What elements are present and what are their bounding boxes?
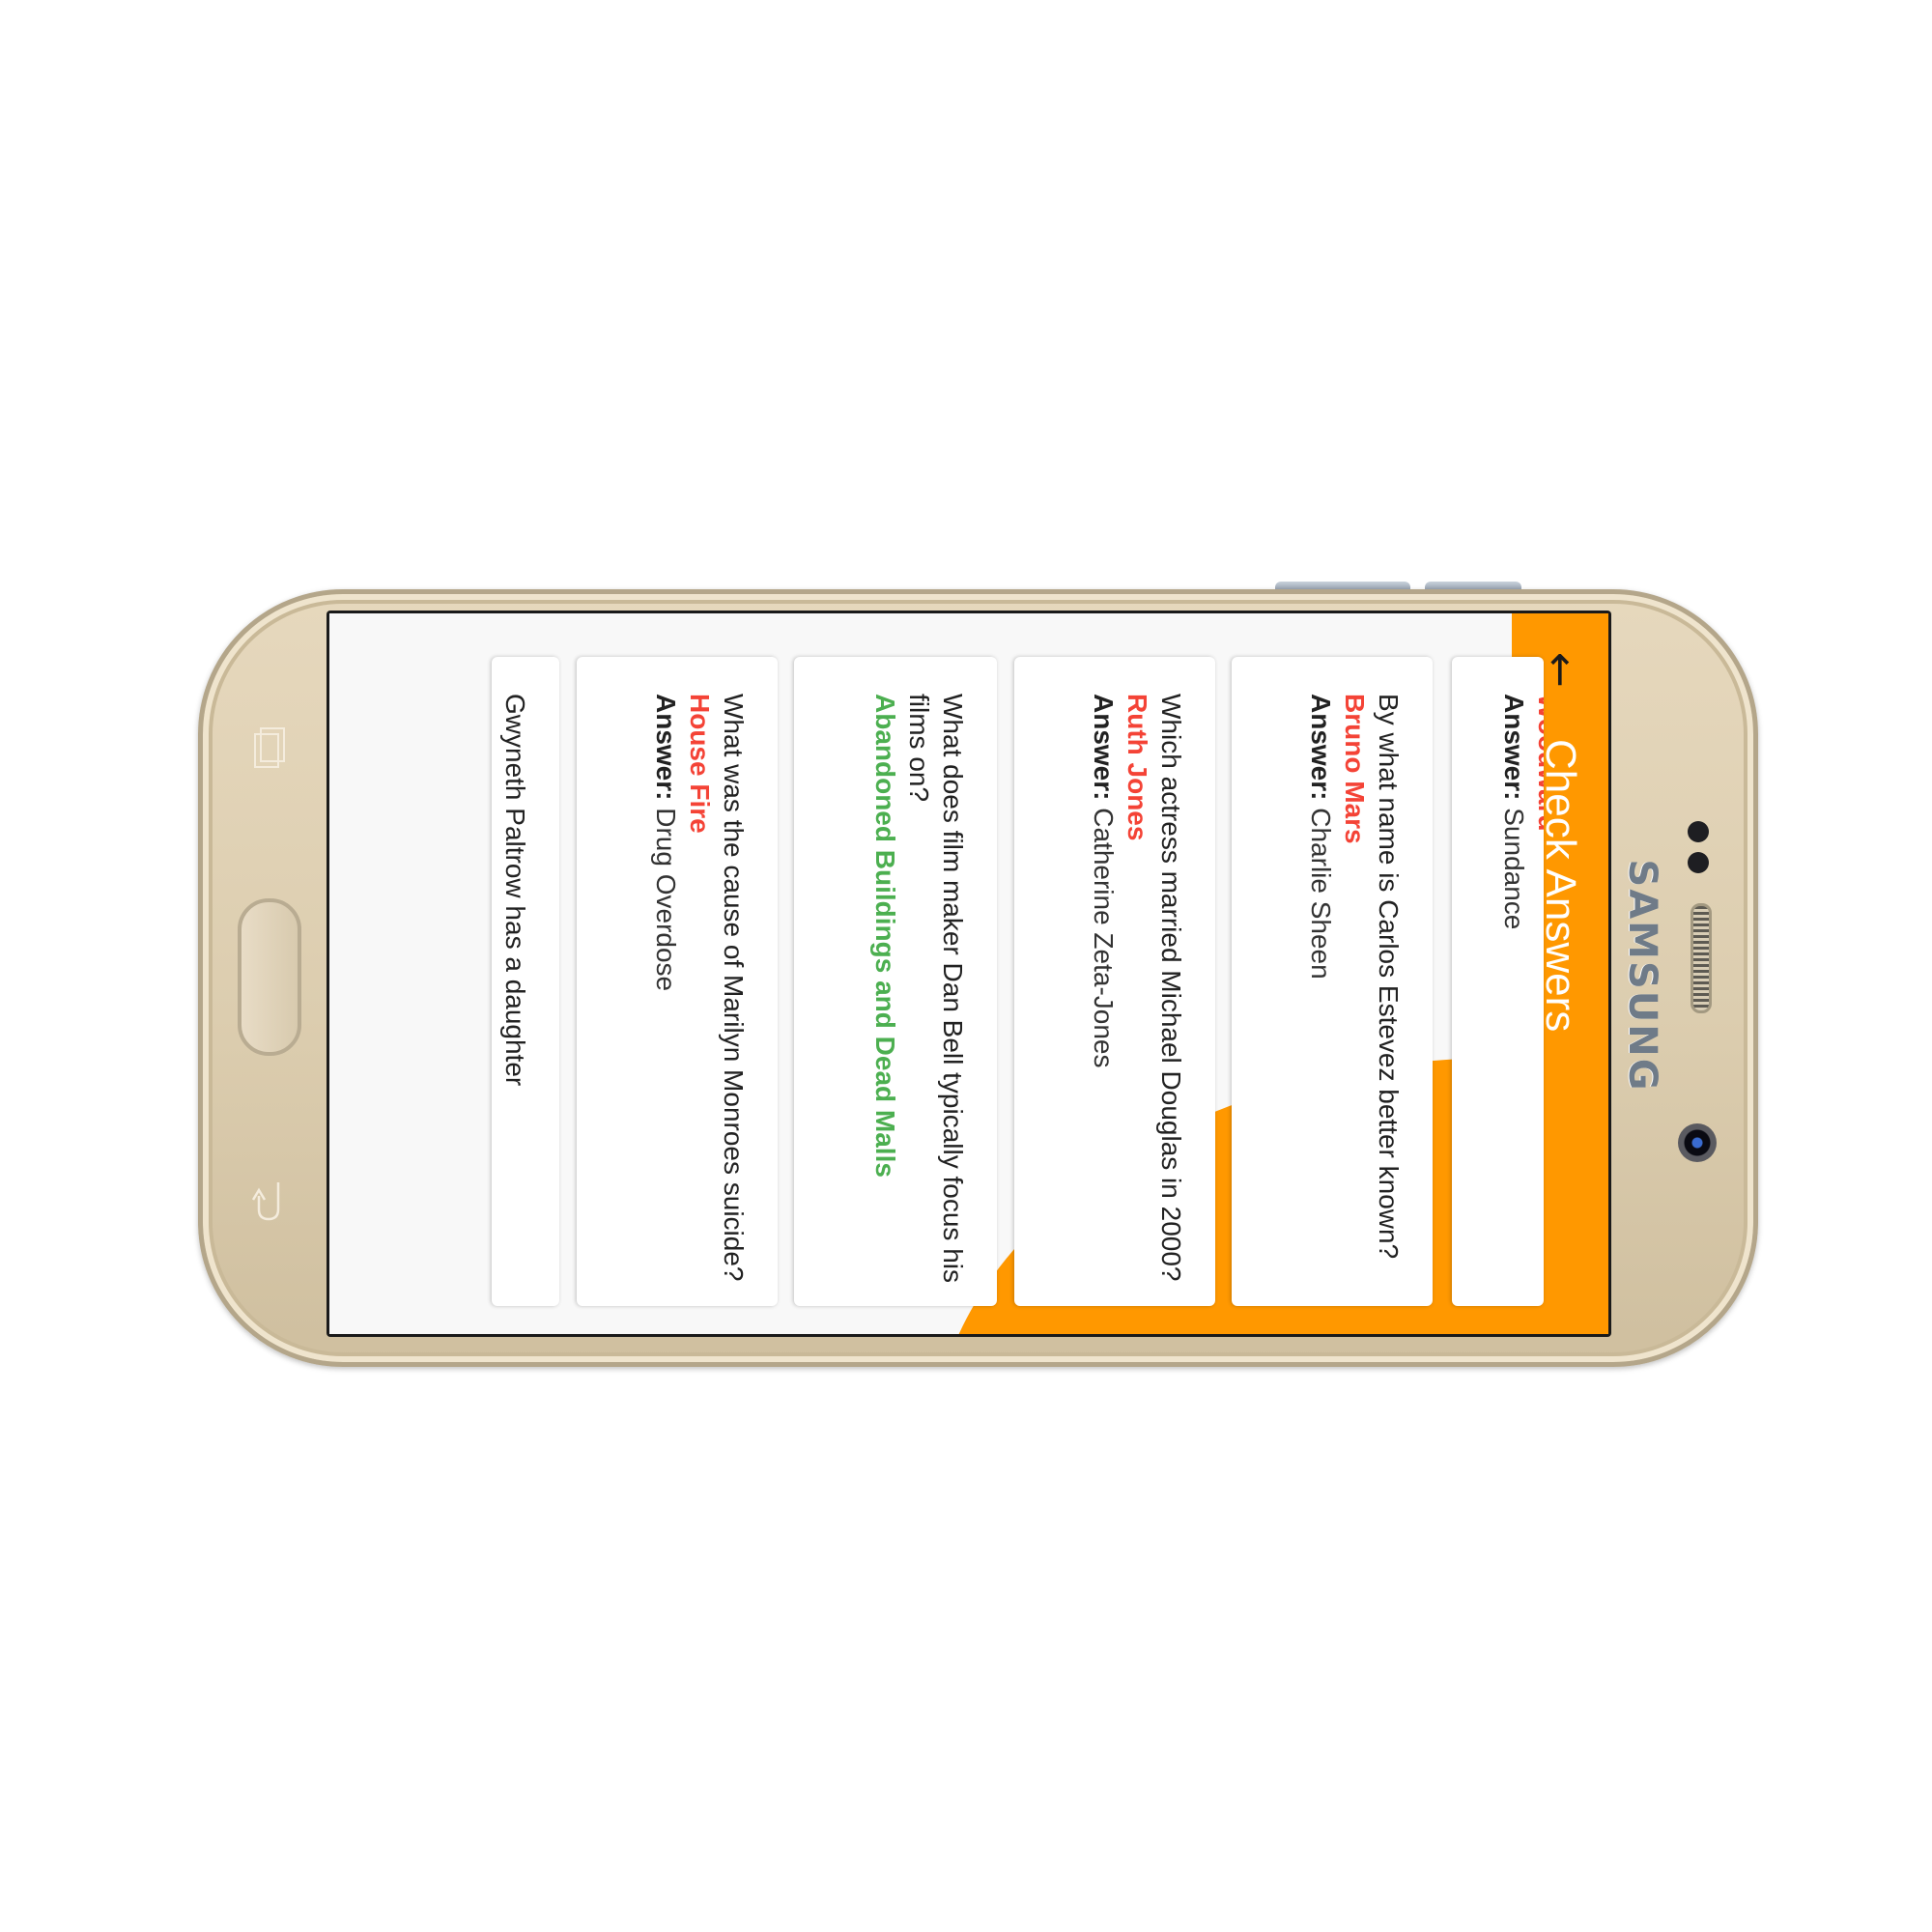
question-text: By what name is Carlos Estevez better kn… (1374, 694, 1404, 1260)
app-screen: ← Check Answers Woodward Answer: Sundanc… (329, 613, 1608, 1334)
correct-answer: Answer: Sundance (1499, 694, 1529, 930)
samsung-logo: SAMSUNG (1620, 859, 1664, 1093)
answers-list[interactable]: Woodward Answer: Sundance By what name i… (329, 613, 1608, 1334)
question-text: Gwyneth Paltrow has a daughter (500, 694, 530, 1087)
user-answer: Abandoned Buildings and Dead Malls (870, 694, 900, 1178)
answer-card: Gwyneth Paltrow has a daughter (492, 657, 559, 1306)
user-answer: Bruno Mars (1340, 694, 1370, 844)
correct-answer: Answer: Drug Overdose (651, 694, 681, 992)
recent-apps-icon[interactable] (253, 726, 286, 775)
user-answer: Woodward (1533, 694, 1544, 832)
home-button[interactable] (238, 898, 301, 1056)
app-content: ← Check Answers Woodward Answer: Sundanc… (329, 613, 1608, 1334)
proximity-sensor (1688, 821, 1709, 842)
answer-card: Which actress married Michael Douglas in… (1014, 657, 1215, 1306)
answer-card: Woodward Answer: Sundance (1452, 657, 1544, 1306)
question-text: What does film maker Dan Bell typically … (904, 694, 968, 1283)
front-camera (1678, 1123, 1717, 1162)
answer-card: By what name is Carlos Estevez better kn… (1232, 657, 1433, 1306)
correct-answer: Answer: Charlie Sheen (1306, 694, 1336, 980)
correct-answer: Answer: Catherine Zeta-Jones (1089, 694, 1119, 1068)
question-text: Which actress married Michael Douglas in… (1156, 694, 1186, 1282)
light-sensor (1688, 852, 1709, 873)
user-answer: House Fire (685, 694, 715, 834)
user-answer: Ruth Jones (1122, 694, 1152, 841)
earpiece-speaker (1690, 903, 1712, 1013)
question-text: What was the cause of Marilyn Monroes su… (719, 694, 749, 1282)
answer-card: What does film maker Dan Bell typically … (794, 657, 997, 1306)
back-key-icon[interactable] (249, 1177, 288, 1229)
answer-card: What was the cause of Marilyn Monroes su… (577, 657, 778, 1306)
